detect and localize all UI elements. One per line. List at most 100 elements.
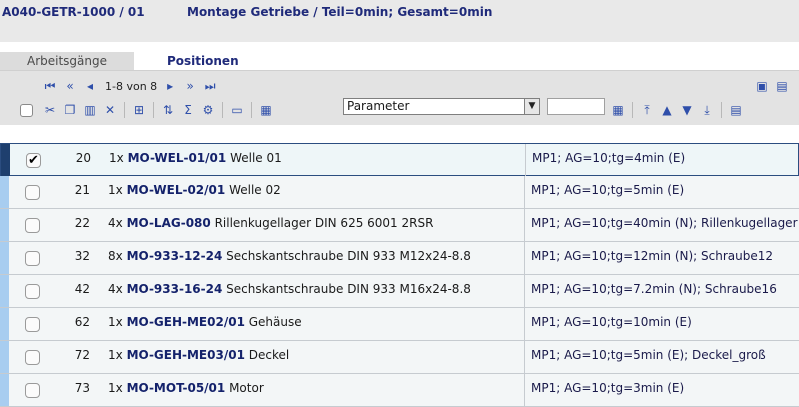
row-marker: [0, 275, 9, 307]
row-marker: [0, 209, 9, 241]
position-number: 73: [74, 381, 90, 395]
table-row[interactable]: 21 1x MO-WEL-02/01 Welle 02 MP1; AG=10;t…: [0, 176, 799, 209]
part-code[interactable]: MO-GEH-ME02/01: [127, 315, 245, 329]
position-number: 42: [74, 282, 90, 296]
row-checkbox[interactable]: [25, 317, 40, 332]
column-divider: [524, 275, 525, 307]
part-code[interactable]: MO-GEH-ME03/01: [127, 348, 245, 362]
position-number: 22: [74, 216, 90, 230]
position-number: 62: [74, 315, 90, 329]
table-row[interactable]: 73 1x MO-MOT-05/01 Motor MP1; AG=10;tg=3…: [0, 374, 799, 407]
delete-icon[interactable]: ✕: [103, 103, 117, 117]
settings-icon[interactable]: ⚙: [201, 103, 215, 117]
export-icon[interactable]: ▣: [755, 79, 769, 93]
part-code[interactable]: MO-MOT-05/01: [127, 381, 226, 395]
tab-positionen[interactable]: Positionen: [134, 52, 799, 70]
part-name: Rillenkugellager DIN 625 6001 2RSR: [214, 216, 434, 230]
part-name: Sechskantschraube DIN 933 M16x24-8.8: [226, 282, 471, 296]
row-marker: [0, 242, 9, 274]
next-block-icon[interactable]: »: [183, 79, 197, 93]
part-code[interactable]: MO-LAG-080: [127, 216, 211, 230]
row-checkbox[interactable]: [25, 185, 40, 200]
sort-icon[interactable]: ⇅: [161, 103, 175, 117]
item-text: 4x MO-LAG-080 Rillenkugellager DIN 625 6…: [108, 216, 433, 230]
row-marker: [1, 144, 10, 176]
table-row[interactable]: ✔ 20 1x MO-WEL-01/01 Welle 01 MP1; AG=10…: [0, 143, 799, 176]
item-text: 1x MO-GEH-ME03/01 Deckel: [108, 348, 289, 362]
action-bar: ✂ ❐ ▥ ✕ ⊞ ⇅ Σ ⚙ ▭ ▦: [20, 102, 279, 118]
open-folder-icon[interactable]: ▭: [230, 103, 244, 117]
row-marker: [0, 308, 9, 340]
part-name: Deckel: [248, 348, 290, 362]
item-text: 4x MO-933-16-24 Sechskantschraube DIN 93…: [108, 282, 471, 296]
part-code[interactable]: MO-933-12-24: [127, 249, 223, 263]
window-icon[interactable]: ▤: [775, 79, 789, 93]
parameter-text: MP1; AG=10;tg=5min (E): [531, 183, 685, 197]
part-code[interactable]: MO-WEL-02/01: [127, 183, 226, 197]
prev-page-icon[interactable]: ◂: [83, 79, 97, 93]
part-name: Gehäuse: [248, 315, 302, 329]
move-bottom-icon[interactable]: ⤓: [700, 103, 714, 117]
row-checkbox[interactable]: [25, 284, 40, 299]
quantity: 1x: [109, 151, 124, 165]
row-checkbox[interactable]: ✔: [26, 153, 41, 168]
part-name: Motor: [229, 381, 264, 395]
parameter-select[interactable]: Parameter ▼: [343, 98, 540, 115]
position-number: 20: [75, 151, 91, 165]
column-divider: [524, 374, 525, 406]
next-page-icon[interactable]: ▸: [163, 79, 177, 93]
row-checkbox[interactable]: [25, 218, 40, 233]
parameter-text: MP1; AG=10;tg=10min (E): [531, 315, 692, 329]
separator: [222, 102, 223, 118]
parameter-input[interactable]: [547, 98, 605, 115]
copy-icon[interactable]: ❐: [63, 103, 77, 117]
table-row[interactable]: 22 4x MO-LAG-080 Rillenkugellager DIN 62…: [0, 209, 799, 242]
print-icon[interactable]: ▤: [729, 103, 743, 117]
part-code[interactable]: MO-933-16-24: [127, 282, 223, 296]
move-down-icon[interactable]: ▼: [680, 103, 694, 117]
move-up-icon[interactable]: ▲: [660, 103, 674, 117]
record-code: A040-GETR-1000 / 01: [2, 5, 145, 19]
copy-records-icon[interactable]: ▦: [259, 103, 273, 117]
parameter-text: MP1; AG=10;tg=12min (N); Schraube12: [531, 249, 774, 263]
parameter-text: MP1; AG=10;tg=4min (E): [532, 151, 686, 165]
chevron-down-icon[interactable]: ▼: [524, 99, 539, 114]
separator: [632, 102, 633, 118]
last-page-icon[interactable]: ⏭: [203, 79, 217, 93]
tab-arbeitsgaenge[interactable]: Arbeitsgänge: [0, 52, 134, 70]
table-row[interactable]: 42 4x MO-933-16-24 Sechskantschraube DIN…: [0, 275, 799, 308]
prev-block-icon[interactable]: «: [63, 79, 77, 93]
item-text: 1x MO-MOT-05/01 Motor: [108, 381, 264, 395]
row-checkbox[interactable]: [25, 350, 40, 365]
title-bar: A040-GETR-1000 / 01 Montage Getriebe / T…: [0, 0, 799, 42]
quantity: 4x: [108, 216, 123, 230]
table-row[interactable]: 62 1x MO-GEH-ME02/01 Gehäuse MP1; AG=10;…: [0, 308, 799, 341]
position-number: 21: [74, 183, 90, 197]
move-top-icon[interactable]: ⤒: [640, 103, 654, 117]
row-marker: [0, 341, 9, 373]
parameter-text: MP1; AG=10;tg=7.2min (N); Schraube16: [531, 282, 777, 296]
row-marker: [0, 374, 9, 406]
pager-text: 1-8 von 8: [105, 79, 158, 93]
quantity: 1x: [108, 315, 123, 329]
select-all-checkbox[interactable]: [20, 103, 33, 117]
row-checkbox[interactable]: [25, 251, 40, 266]
column-divider: [524, 242, 525, 274]
row-checkbox[interactable]: [25, 383, 40, 398]
separator: [124, 102, 125, 118]
calculator-icon[interactable]: ▦: [611, 103, 625, 117]
export-group: ▣ ▤: [755, 79, 795, 93]
paste-icon[interactable]: ▥: [83, 103, 97, 117]
parameter-select-value: Parameter: [347, 99, 410, 113]
param-tools: ▦ ⤒ ▲ ▼ ⤓ ▤: [611, 102, 749, 118]
sum-icon[interactable]: Σ: [181, 103, 195, 117]
first-page-icon[interactable]: ⏮: [43, 79, 57, 93]
insert-row-icon[interactable]: ⊞: [132, 103, 146, 117]
column-divider: [524, 308, 525, 340]
part-code[interactable]: MO-WEL-01/01: [128, 151, 227, 165]
cut-icon[interactable]: ✂: [43, 103, 57, 117]
record-description: Montage Getriebe / Teil=0min; Gesamt=0mi…: [187, 5, 493, 19]
tab-bar: Arbeitsgänge Positionen: [0, 52, 799, 70]
table-row[interactable]: 32 8x MO-933-12-24 Sechskantschraube DIN…: [0, 242, 799, 275]
table-row[interactable]: 72 1x MO-GEH-ME03/01 Deckel MP1; AG=10;t…: [0, 341, 799, 374]
